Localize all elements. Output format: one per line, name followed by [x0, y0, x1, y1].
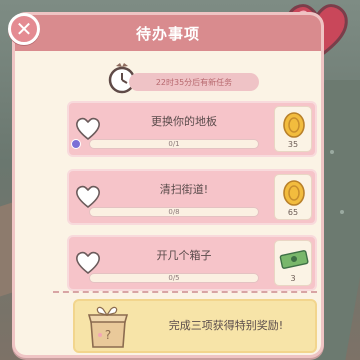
close-button[interactable]: ✕	[8, 13, 40, 45]
cash-icon	[279, 250, 309, 269]
task-card[interactable]: 更换你的地板 0/1 35	[67, 101, 317, 157]
task-progress-text: 0/5	[168, 274, 180, 282]
task-reward: 3	[274, 240, 312, 286]
timer-text: 22时35分后有新任务	[155, 77, 233, 87]
task-progress-bar: 0/5	[89, 273, 259, 283]
task-card[interactable]: 开几个箱子 0/5 3	[67, 235, 317, 291]
task-name: 开几个箱子	[156, 249, 212, 262]
heart-outline-icon	[76, 117, 100, 141]
task-reward: 35	[274, 106, 312, 152]
gift-box-icon: ?	[87, 306, 129, 348]
world-decoration	[340, 210, 344, 214]
bonus-text: 完成三项获得特别奖励!	[168, 319, 284, 332]
task-reward: 65	[274, 174, 312, 220]
task-name: 清扫街道!	[159, 183, 209, 196]
task-progress-bar: 0/8	[89, 207, 259, 217]
task-progress-bar: 0/1	[89, 139, 259, 149]
svg-text:?: ?	[105, 328, 111, 342]
world-decoration	[330, 150, 334, 154]
heart-outline-icon	[76, 185, 100, 209]
coin-icon	[283, 180, 305, 206]
section-divider	[53, 291, 317, 293]
todo-panel: 待办事项 22时35分后有新任务 更换你的地板 0/1 35 清扫街道! 0/8…	[12, 12, 324, 358]
task-progress-text: 0/8	[168, 208, 180, 216]
heart-outline-icon	[76, 251, 100, 275]
reward-count: 3	[290, 274, 296, 283]
close-icon: ✕	[15, 17, 33, 41]
task-progress-text: 0/1	[168, 140, 180, 148]
coin-icon	[283, 112, 305, 138]
panel-title: 待办事项	[135, 24, 200, 43]
bonus-reward-card[interactable]: ? 完成三项获得特别奖励!	[73, 299, 317, 353]
purple-dot-icon	[71, 139, 81, 149]
reward-count: 35	[287, 140, 299, 149]
reward-count: 65	[287, 208, 299, 217]
panel-title-bar: 待办事项	[15, 15, 321, 51]
new-task-timer: 22时35分后有新任务	[129, 73, 259, 91]
task-name: 更换你的地板	[151, 115, 217, 128]
task-card[interactable]: 清扫街道! 0/8 65	[67, 169, 317, 225]
